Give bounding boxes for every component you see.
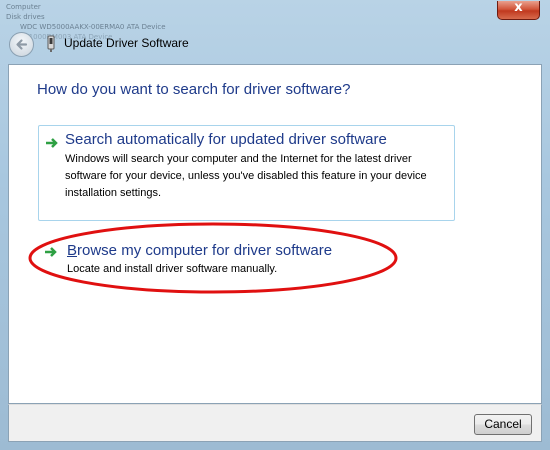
cancel-button[interactable]: Cancel [474,414,532,435]
back-arrow-icon [16,39,28,50]
close-button[interactable]: x [497,0,540,20]
option-description: Windows will search your computer and th… [65,153,427,199]
page-title: How do you want to search for driver sof… [37,81,351,98]
background-text: Computer [6,3,41,11]
search-automatically-option[interactable]: Search automatically for updated driver … [38,125,455,221]
green-arrow-icon [46,138,58,148]
close-icon: x [514,0,523,15]
background-text: WDC WD5000AAKX-00ERMA0 ATA Device [20,23,166,31]
background-text: Disk drives [6,13,45,21]
window-frame: Computer Disk drives WDC WD5000AAKX-00ER… [0,0,550,450]
window-title: Update Driver Software [64,36,189,50]
back-button[interactable] [9,32,34,57]
option-title: Search automatically for updated driver … [65,131,387,148]
highlight-ellipse [28,222,398,294]
footer-bar: Cancel [8,404,542,442]
content-panel: How do you want to search for driver sof… [8,64,542,404]
device-manager-icon [47,35,55,52]
